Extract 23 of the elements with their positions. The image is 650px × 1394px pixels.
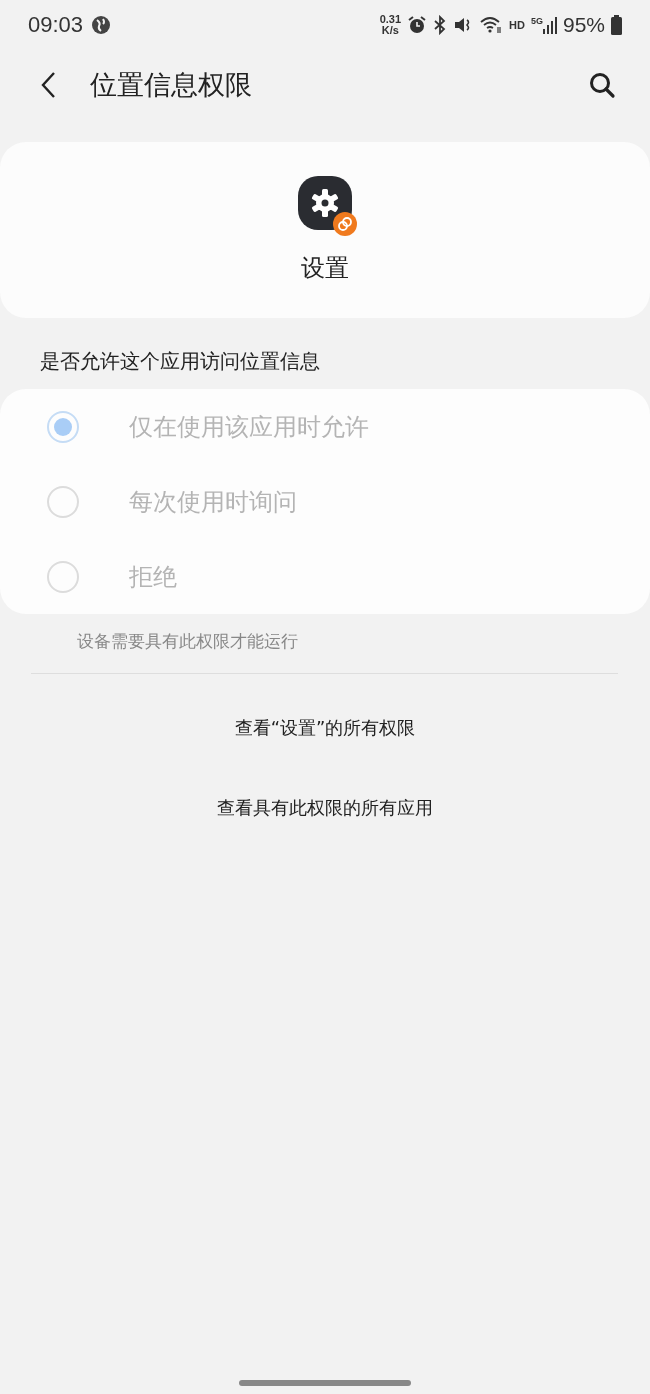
battery-icon [611,15,622,35]
signal-icon [542,16,557,34]
wifi-icon [479,15,504,35]
network-type: 5G [530,16,543,26]
option-label: 每次使用时询问 [129,486,297,518]
net-speed-value: 0.31 [379,14,402,25]
home-indicator[interactable] [239,1380,411,1386]
hd-indicator: HD [509,19,525,31]
gear-app-icon [298,176,358,236]
globe-icon [91,15,112,35]
option-label: 拒绝 [129,561,177,593]
bluetooth-icon [433,15,448,35]
alarm-icon [407,15,428,35]
app-name: 设置 [301,253,349,284]
page-title: 位置信息权限 [90,68,253,102]
link[interactable]: 查看“设置”的所有权限 [234,716,416,740]
battery-percent: 95% [562,13,605,37]
hint-text: 设备需要具有此权限才能运行 [77,630,299,653]
status-time: 09:03 [28,12,84,38]
link[interactable]: 查看具有此权限的所有应用 [217,796,433,820]
net-speed-unit: K/s [381,25,399,36]
section-heading: 是否允许这个应用访问位置信息 [40,348,321,375]
option-label: 仅在使用该应用时允许 [129,411,369,443]
